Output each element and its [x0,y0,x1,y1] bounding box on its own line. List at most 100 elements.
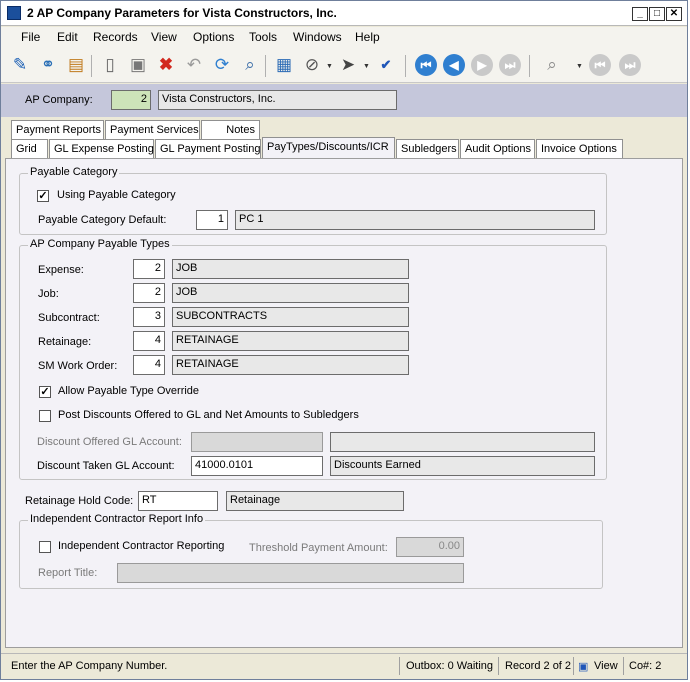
status-message: Enter the AP Company Number. [11,660,168,672]
subcontract-label: Subcontract: [38,312,100,324]
expense-paytype-input[interactable]: 2 [133,259,165,279]
retainage-label: Retainage: [38,336,92,348]
view-mode[interactable]: View [594,660,618,672]
spell-check-icon[interactable]: ✔ [375,54,397,76]
payable-category-default-input[interactable]: 1 [196,210,228,230]
status-bar: Enter the AP Company Number. Outbox: 0 W… [1,653,687,679]
threshold-amount-label: Threshold Payment Amount: [249,542,388,554]
status-separator [623,657,624,675]
payable-category-default-label: Payable Category Default: [38,214,167,226]
menu-edit[interactable]: Edit [57,30,78,44]
toolbar-separator [529,55,530,77]
minimize-button[interactable]: _ [632,7,648,21]
save-icon[interactable]: ▣ [127,54,149,76]
find-icon[interactable]: ⌕ [239,54,261,76]
job-label: Job: [38,288,59,300]
discount-taken-desc: Discounts Earned [330,456,595,476]
tab-notes[interactable]: Notes [201,120,260,139]
close-button[interactable]: ✕ [666,7,682,21]
outbox-status[interactable]: Outbox: 0 Waiting [406,660,493,672]
sm-work-order-paytype-input[interactable]: 4 [133,355,165,375]
retainage-hold-code-input[interactable]: RT [138,491,218,511]
send-icon[interactable]: ➤ [337,54,359,76]
attachment-icon[interactable]: ⊘ [301,54,323,76]
previous-record-icon[interactable]: ◀ [443,54,465,76]
status-separator [399,657,400,675]
refresh-icon[interactable]: ⟳ [211,54,233,76]
batch-icon[interactable]: ▤ [65,54,87,76]
maximize-button[interactable]: □ [649,7,665,21]
tab-gl-expense-posting[interactable]: GL Expense Posting [49,139,154,158]
toolbar-separator [91,55,92,77]
discount-taken-label: Discount Taken GL Account: [37,460,175,472]
subcontract-paytype-input[interactable]: 3 [133,307,165,327]
sm-work-order-label: SM Work Order: [38,360,118,372]
sm-work-order-paytype-desc: RETAINAGE [172,355,409,375]
tab-invoice-options[interactable]: Invoice Options [536,139,623,158]
chevron-down-icon[interactable]: ▼ [363,63,370,70]
using-payable-category-checkbox[interactable]: ✓ [37,190,49,202]
tab-paytypes-discounts-icr[interactable]: PayTypes/Discounts/ICR [262,137,395,158]
first-page-icon[interactable]: ⏮ [589,54,611,76]
edit-record-icon[interactable]: ✎ [9,54,31,76]
payable-types-group: AP Company Payable Types Expense: 2 JOB … [19,238,607,480]
ap-company-input[interactable]: 2 [111,90,151,110]
expense-paytype-desc: JOB [172,259,409,279]
status-separator [498,657,499,675]
undo-icon[interactable]: ↶ [183,54,205,76]
lookup-icon[interactable]: ⚭ [37,54,59,76]
tab-subledgers[interactable]: Subledgers [396,139,459,158]
title-bar: 2 AP Company Parameters for Vista Constr… [1,1,687,26]
job-paytype-input[interactable]: 2 [133,283,165,303]
last-page-icon[interactable]: ⏭ [619,54,641,76]
chevron-down-icon[interactable]: ▼ [326,63,333,70]
retainage-paytype-input[interactable]: 4 [133,331,165,351]
discount-offered-desc [330,432,595,452]
allow-override-checkbox[interactable]: ✓ [39,386,51,398]
menu-file[interactable]: File [21,30,40,44]
retainage-paytype-desc: RETAINAGE [172,331,409,351]
filter-icon[interactable]: ⌕ [541,54,563,76]
ap-company-label: AP Company: [25,94,93,106]
delete-icon[interactable]: ✖ [155,54,177,76]
chevron-down-icon[interactable]: ▼ [576,63,583,70]
toolbar-separator [405,55,406,77]
calculator-icon[interactable]: ▦ [273,54,295,76]
next-record-icon[interactable]: ▶ [471,54,493,76]
post-discounts-label: Post Discounts Offered to GL and Net Amo… [58,409,359,421]
tab-grid[interactable]: Grid [11,139,48,158]
discount-offered-input[interactable] [191,432,323,452]
tab-gl-payment-posting[interactable]: GL Payment Posting [155,139,261,158]
tab-payment-services[interactable]: Payment Services [105,120,200,139]
menu-help[interactable]: Help [355,30,380,44]
company-name-display: Vista Constructors, Inc. [158,90,397,110]
last-record-icon[interactable]: ⏭ [499,54,521,76]
discount-taken-input[interactable]: 41000.0101 [191,456,323,476]
report-title-input[interactable] [117,563,464,583]
monitor-icon: ▣ [578,661,589,673]
tab-payment-reports[interactable]: Payment Reports [11,120,104,139]
icr-reporting-checkbox[interactable] [39,541,51,553]
payable-category-group: Payable Category ✓ Using Payable Categor… [19,166,607,235]
status-separator [573,657,574,675]
threshold-amount-input[interactable]: 0.00 [396,537,464,557]
new-record-icon[interactable]: ▯ [99,54,121,76]
icr-title: Independent Contractor Report Info [28,513,206,525]
report-title-label: Report Title: [38,567,98,579]
menu-windows[interactable]: Windows [293,30,342,44]
payable-category-default-desc: PC 1 [235,210,595,230]
menu-options[interactable]: Options [193,30,234,44]
icr-group: Independent Contractor Report Info Indep… [19,513,603,589]
retainage-hold-code-desc: Retainage [226,491,404,511]
toolbar: ✎ ⚭ ▤ ▯ ▣ ✖ ↶ ⟳ ⌕ ▦ ⊘ ▼ ➤ ▼ ✔ ⏮ ◀ ▶ ⏭ ⌕ … [1,47,687,83]
allow-override-label: Allow Payable Type Override [58,385,200,397]
menu-records[interactable]: Records [93,30,138,44]
first-record-icon[interactable]: ⏮ [415,54,437,76]
discount-offered-label: Discount Offered GL Account: [37,436,182,448]
tab-audit-options[interactable]: Audit Options [460,139,535,158]
post-discounts-checkbox[interactable] [39,410,51,422]
window-title: 2 AP Company Parameters for Vista Constr… [27,6,337,20]
menu-tools[interactable]: Tools [249,30,277,44]
payable-category-title: Payable Category [28,166,120,178]
menu-view[interactable]: View [151,30,177,44]
